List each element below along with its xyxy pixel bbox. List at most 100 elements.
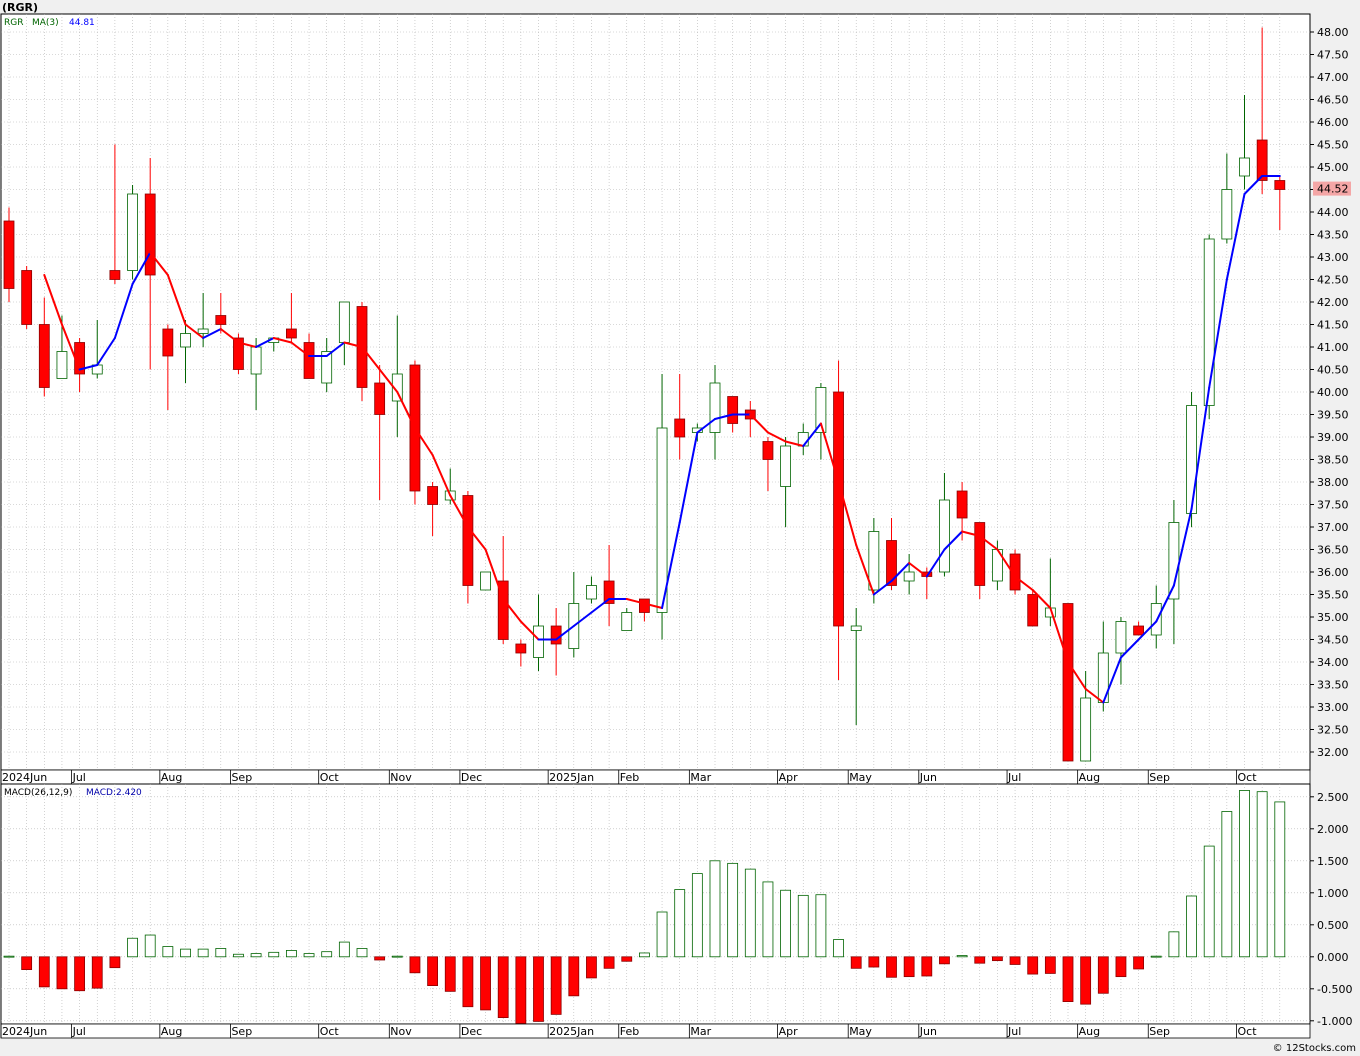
price-x-axis-label: Sep <box>1149 771 1170 784</box>
macd-x-axis-label: Jul <box>1007 1025 1021 1038</box>
candle-body-up <box>1239 157 1250 177</box>
macd-bar-negative <box>886 956 897 978</box>
price-x-axis: 2024Jun Jul Aug Sep Oct Nov Dec 2025Jan Feb Mar Ap… <box>0 769 1311 785</box>
stock-chart: (RGR) 2024Jun Jul Aug Sep Oct Nov Dec 2025Jan Fe… <box>0 0 1360 1056</box>
macd-bar-negative <box>550 956 562 1015</box>
price-x-axis-label: Apr <box>779 771 799 784</box>
macd-bar-negative <box>1115 956 1127 978</box>
chart-page: (RGR) 2024Jun Jul Aug Sep Oct Nov Dec 2025Jan Fe… <box>0 0 1360 1056</box>
candle-body-down <box>162 328 174 357</box>
price-y-tick-label: 40.50 <box>1317 364 1349 377</box>
price-y-tick-label: 41.50 <box>1317 319 1349 332</box>
macd-x-axis-label: Aug <box>161 1025 182 1038</box>
price-x-axis-label: Nov <box>390 771 412 784</box>
candle-body-down <box>109 270 121 280</box>
price-y-tick-label: 40.00 <box>1317 386 1349 399</box>
macd-bar-positive <box>1150 955 1162 958</box>
macd-bar-positive <box>762 881 774 958</box>
price-y-tick-label: 39.00 <box>1317 431 1349 444</box>
price-y-tick-label: 32.50 <box>1317 724 1349 737</box>
macd-bar-negative <box>444 956 456 992</box>
price-x-axis-label: Oct <box>320 771 340 784</box>
macd-bar-negative <box>56 956 68 990</box>
price-y-tick-label: 37.50 <box>1317 499 1349 512</box>
candle-body-up <box>621 612 633 631</box>
candle-body-down <box>38 324 50 388</box>
macd-bar-negative <box>974 956 986 964</box>
price-x-axis-label: 2025Jan <box>549 771 594 784</box>
macd-bar-positive <box>127 937 138 958</box>
candle-body-down <box>374 382 386 415</box>
macd-bar-positive <box>656 911 668 958</box>
macd-bar-negative <box>586 956 597 979</box>
price-y-tick-label: 35.00 <box>1317 611 1349 624</box>
candle-body-up <box>780 445 791 487</box>
macd-bar-positive <box>1256 791 1268 958</box>
candle-body-down <box>303 342 315 379</box>
macd-x-axis-label: Sep <box>231 1025 252 1038</box>
macd-bar-negative <box>497 956 509 1018</box>
price-y-tick-label: 35.50 <box>1317 589 1349 602</box>
candle-body-down <box>285 328 297 339</box>
macd-bar-negative <box>515 956 527 1024</box>
macd-bar-positive <box>639 952 650 958</box>
price-y-tick-label: 46.00 <box>1317 116 1349 129</box>
macd-x-axis-band <box>0 1023 1311 1039</box>
price-x-axis-label: Aug <box>161 771 182 784</box>
last-price-badge: 44.52 <box>1313 181 1351 196</box>
macd-bar-negative <box>850 956 862 969</box>
macd-bar-positive <box>3 955 15 958</box>
price-y-tick-label: 43.00 <box>1317 251 1349 264</box>
price-y-tick-label: 33.00 <box>1317 701 1349 714</box>
price-y-tick-label: 32.00 <box>1317 746 1349 759</box>
price-y-tick-label: 44.00 <box>1317 206 1349 219</box>
macd-bar-positive <box>744 868 756 958</box>
macd-bar-negative <box>91 956 103 989</box>
macd-bar-negative <box>427 956 439 986</box>
macd-bar-positive <box>215 948 227 958</box>
candle-body-up <box>797 432 809 447</box>
macd-bar-negative <box>921 956 933 977</box>
candle <box>480 571 491 591</box>
legend-symbol: RGR <box>4 18 23 28</box>
macd-bar-positive <box>197 948 209 958</box>
macd-x-axis-label: Feb <box>620 1025 639 1038</box>
price-y-tick-label: 48.00 <box>1317 26 1349 39</box>
candle-body-down <box>3 220 15 289</box>
candle-body-down <box>215 315 227 325</box>
macd-bar-positive <box>303 953 315 958</box>
candle-body-up <box>127 193 138 271</box>
macd-bar-negative <box>1133 956 1144 970</box>
price-x-axis-label: May <box>849 771 872 784</box>
price-y-tick-label: 41.00 <box>1317 341 1349 354</box>
macd-bar-positive <box>815 894 827 958</box>
candle <box>127 185 138 280</box>
candle-body-down <box>144 193 156 276</box>
macd-x-axis-label: May <box>849 1025 872 1038</box>
macd-x-axis-label: Aug <box>1079 1025 1100 1038</box>
candle-body-up <box>656 427 668 613</box>
candle-body-down <box>515 643 527 654</box>
macd-bar-positive <box>691 873 703 958</box>
candle-body-down <box>550 625 562 645</box>
candle-body-up <box>250 346 262 375</box>
macd-bar-negative <box>903 956 915 978</box>
candle-body-down <box>762 441 774 460</box>
price-x-axis-label: Oct <box>1238 771 1258 784</box>
macd-bar-positive <box>833 939 844 958</box>
macd-bar-positive <box>233 953 244 958</box>
macd-bar-negative <box>1027 956 1039 975</box>
macd-x-axis-label: 2025Jan <box>549 1025 594 1038</box>
macd-bar-positive <box>268 951 280 958</box>
candle <box>3 207 15 302</box>
macd-bar-positive <box>1168 931 1180 958</box>
macd-bar-negative <box>480 956 491 1011</box>
candle-body-down <box>956 490 968 519</box>
candle-body-down <box>1133 625 1144 636</box>
candle-body-up <box>1203 238 1215 406</box>
candle-body-up <box>197 328 209 334</box>
macd-bar-positive <box>180 948 191 958</box>
price-y-tick-label: 47.50 <box>1317 49 1349 62</box>
macd-bar-positive <box>391 955 403 958</box>
price-y-tick-label: 34.00 <box>1317 656 1349 669</box>
